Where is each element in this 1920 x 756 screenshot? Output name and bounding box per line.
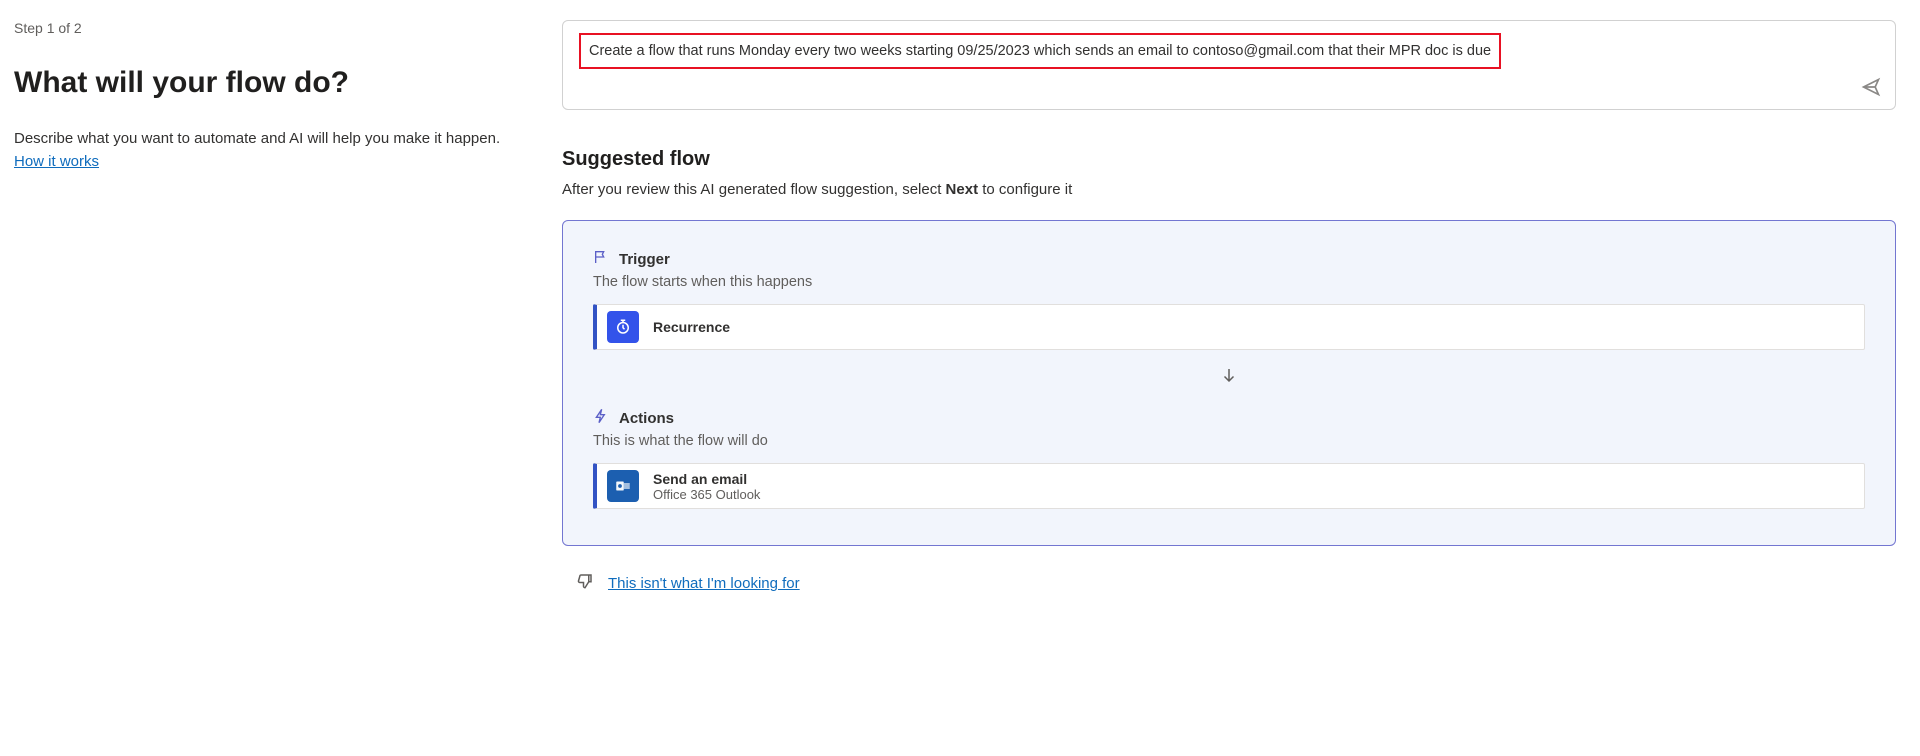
send-icon[interactable] [1861, 77, 1881, 97]
actions-section-header: Actions [593, 408, 1865, 429]
trigger-title: Trigger [619, 251, 670, 268]
arrow-down-icon [593, 350, 1865, 408]
feedback-row: This isn't what I'm looking for [576, 572, 1896, 595]
how-it-works-link[interactable]: How it works [14, 151, 99, 172]
trigger-step-card[interactable]: Recurrence [593, 304, 1865, 350]
step-indicator: Step 1 of 2 [14, 20, 524, 36]
suggested-flow-card: Trigger The flow starts when this happen… [562, 220, 1896, 546]
suggested-sub-prefix: After you review this AI generated flow … [562, 181, 946, 198]
page-description: Describe what you want to automate and A… [14, 128, 524, 172]
suggested-sub-suffix: to configure it [978, 181, 1072, 198]
trigger-section-header: Trigger [593, 249, 1865, 270]
suggested-heading: Suggested flow [562, 148, 1896, 171]
trigger-subtitle: The flow starts when this happens [593, 274, 1865, 290]
not-looking-for-link[interactable]: This isn't what I'm looking for [608, 575, 800, 592]
suggested-subtext: After you review this AI generated flow … [562, 181, 1896, 198]
prompt-input-area[interactable]: Create a flow that runs Monday every two… [562, 20, 1896, 110]
action-step-sub: Office 365 Outlook [653, 487, 760, 502]
right-panel: Create a flow that runs Monday every two… [548, 0, 1920, 756]
prompt-highlight: Create a flow that runs Monday every two… [579, 33, 1501, 69]
action-step-title: Send an email [653, 471, 760, 487]
trigger-step-text: Recurrence [653, 319, 730, 335]
prompt-text: Create a flow that runs Monday every two… [589, 43, 1491, 59]
description-text: Describe what you want to automate and A… [14, 130, 500, 147]
action-step-text: Send an email Office 365 Outlook [653, 471, 760, 502]
left-panel: Step 1 of 2 What will your flow do? Desc… [0, 0, 548, 756]
actions-title: Actions [619, 410, 674, 427]
thumbs-down-icon[interactable] [576, 572, 594, 595]
actions-subtitle: This is what the flow will do [593, 433, 1865, 449]
outlook-icon [607, 470, 639, 502]
page-heading: What will your flow do? [14, 66, 524, 100]
recurrence-icon [607, 311, 639, 343]
suggested-sub-bold: Next [946, 181, 979, 198]
flag-icon [593, 249, 609, 270]
action-step-card[interactable]: Send an email Office 365 Outlook [593, 463, 1865, 509]
trigger-step-title: Recurrence [653, 319, 730, 335]
bolt-icon [593, 408, 609, 429]
